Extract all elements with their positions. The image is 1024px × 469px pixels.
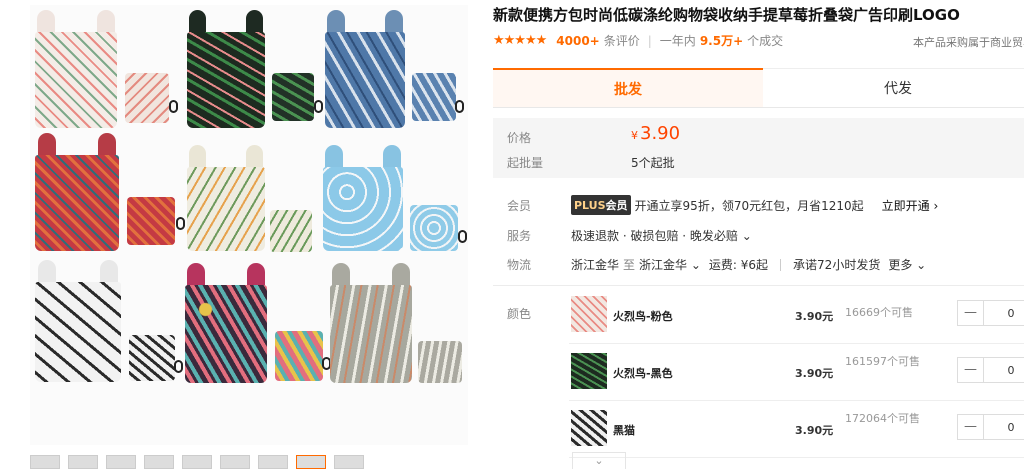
thumbnail[interactable] [30,455,60,469]
sales-period: 一年内 [659,34,696,48]
ship-from: 浙江金华 [571,258,620,272]
price-amount: 3.90 [640,123,681,144]
bag-flamingo-black-image [187,10,265,128]
chevron-down-icon[interactable]: ⌄ [572,452,626,469]
price-box: 价格 ¥3.90 起批量 5个起批 [493,118,1024,178]
sku-row: 火烈鸟-粉色 3.90元 16669个可售 — 0 [569,288,1024,344]
sku-thumbnail[interactable] [571,296,607,332]
main-product-image[interactable] [30,5,468,445]
tab-wholesale[interactable]: 批发 [493,68,763,107]
service-label: 服务 [507,229,532,243]
moq-label: 起批量 [507,156,544,170]
shipping-fee: 运费: ¥6起 [708,258,769,272]
ship-to-select[interactable]: 浙江金华 ⌄ [639,256,701,273]
thumbnail[interactable] [258,455,288,469]
thumbnail[interactable] [106,455,136,469]
thumbnail[interactable] [144,455,174,469]
product-title: 新款便携方包时尚低碳涤纶购物袋收纳手提草莓折叠袋广告印刷LOGO [493,6,960,24]
bag-light-blue-image [323,145,403,251]
bag-black-cat-image [35,260,121,382]
pouch-red-pattern-image [127,197,175,245]
rating-row: ★★★★★ 4000+ 条评价 | 一年内 9.5万+ 个成交 [493,32,783,49]
moq-value: 5个起批 [631,156,675,170]
pouch-black-cat-image [129,335,175,381]
quantity-input[interactable]: 0 [984,307,1024,320]
member-row: 会员 PLUS会员 开通立享95折，领70元红包，月省1210起 立即开通 › [507,195,938,215]
sku-name: 黑猫 [613,424,635,437]
minus-button[interactable]: — [958,301,984,325]
logistics-more[interactable]: 更多 ⌄ [888,256,926,273]
bag-hexagon-image [185,263,267,383]
badge-member-text: 会员 [605,199,628,212]
quantity-stepper: — 0 [957,300,1024,326]
sku-row: 黑猫 3.90元 172064个可售 — 0 [569,402,1024,458]
member-label: 会员 [507,198,532,213]
tab-dropship[interactable]: 代发 [763,68,1024,107]
sku-price: 3.90元 [795,424,834,437]
shipping-promise: 承诺72小时发货 [793,258,881,272]
purchase-note: 本产品采购属于商业贸易 [913,36,1024,49]
thumbnail[interactable] [220,455,250,469]
sku-price: 3.90元 [795,310,834,323]
minus-button[interactable]: — [958,358,984,382]
pouch-blue-leaf-image [412,73,456,121]
reviews-count[interactable]: 4000+ [556,34,599,48]
quantity-stepper: — 0 [957,414,1024,440]
bag-cactus-image [187,145,265,251]
sku-row: 火烈鸟-黑色 3.90元 161597个可售 — 0 [569,345,1024,401]
purchase-tabs: 批发 代发 [493,68,1024,108]
service-row: 服务 极速退款 · 破损包赔 · 晚发必赔 ⌄ [507,227,752,244]
price-value: ¥3.90 [631,123,680,144]
sales-count: 9.5万+ [699,34,744,48]
price-label: 价格 [507,131,532,145]
plus-text: PLUS [574,199,606,212]
bag-flamingo-pink-image [35,10,117,128]
sku-name: 火烈鸟-黑色 [613,367,673,380]
bag-blue-leaf-image [325,10,405,128]
thumbnail-active[interactable] [296,455,326,469]
to-label: 至 [623,258,636,272]
thumbnail-strip [30,455,468,469]
quantity-stepper: — 0 [957,357,1024,383]
thumbnail[interactable] [334,455,364,469]
sales-label: 个成交 [747,34,784,48]
logistics-row: 物流 浙江金华 至 浙江金华 ⌄ 运费: ¥6起 承诺72小时发货 更多 ⌄ [507,256,926,273]
sku-stock: 16669个可售 [845,306,913,319]
color-label: 颜色 [507,307,532,321]
thumbnail[interactable] [68,455,98,469]
sku-stock: 172064个可售 [845,412,920,425]
pouch-flamingo-black-image [272,73,314,121]
reviews-label: 条评价 [603,34,640,48]
bag-gray-owl-image [330,263,412,383]
pouch-gray-owl-image [418,341,462,383]
sku-name: 火烈鸟-粉色 [613,310,673,323]
divider [780,258,782,271]
logistics-label: 物流 [507,258,532,272]
sku-stock: 161597个可售 [845,355,920,368]
sku-thumbnail[interactable] [571,353,607,389]
open-membership-link[interactable]: 立即开通 › [882,197,939,214]
product-page: 新款便携方包时尚低碳涤纶购物袋收纳手提草莓折叠袋广告印刷LOGO ★★★★★ 4… [0,0,1024,469]
minus-button[interactable]: — [958,415,984,439]
bag-red-pattern-image [35,133,119,251]
pouch-hexagon-image [275,331,323,381]
pouch-light-blue-image [410,205,458,251]
pouch-cactus-image [270,210,312,252]
sku-price: 3.90元 [795,367,834,380]
sku-thumbnail[interactable] [571,410,607,446]
pouch-flamingo-pink-image [125,73,169,123]
product-gallery [0,0,475,469]
rating-stars-icon: ★★★★★ [493,33,547,48]
member-benefit: 开通立享95折，领70元红包，月省1210起 [634,198,864,213]
plus-member-badge: PLUS会员 [571,195,631,215]
product-info: 新款便携方包时尚低碳涤纶购物袋收纳手提草莓折叠袋广告印刷LOGO ★★★★★ 4… [493,0,1024,469]
quantity-input[interactable]: 0 [984,364,1024,377]
service-items[interactable]: 极速退款 · 破损包赔 · 晚发必赔 ⌄ [571,227,752,244]
thumbnail[interactable] [182,455,212,469]
currency-symbol: ¥ [631,129,638,142]
quantity-input[interactable]: 0 [984,421,1024,434]
section-divider [493,285,1024,286]
divider: | [647,33,652,48]
